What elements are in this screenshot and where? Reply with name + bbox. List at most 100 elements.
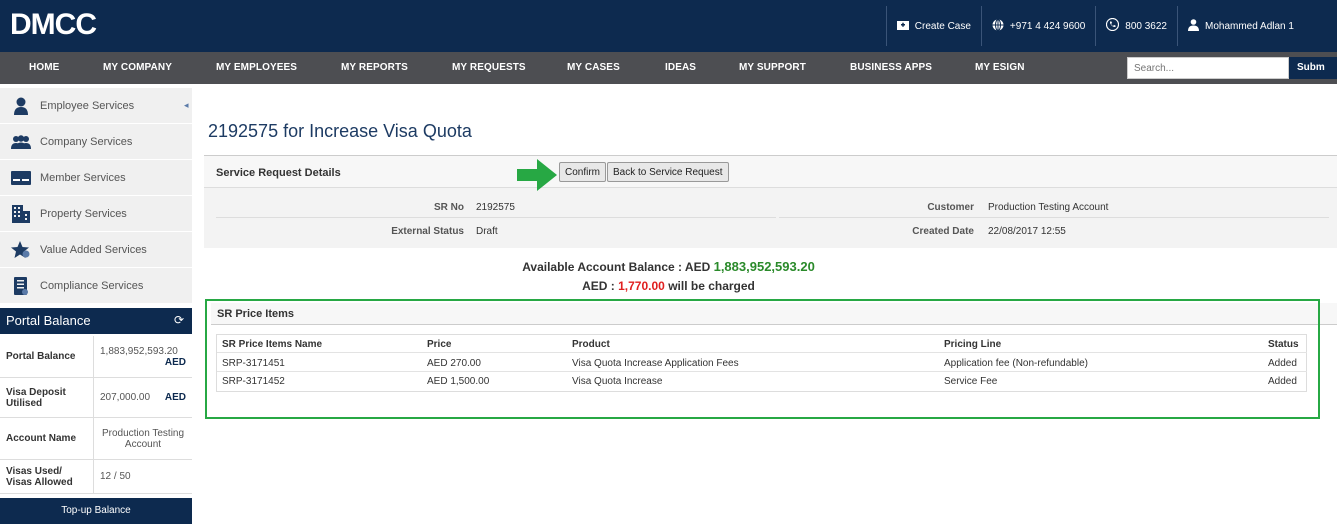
panel-title: Service Request Details — [216, 167, 341, 179]
currency-label: AED — [164, 392, 186, 403]
balance-row: Visa Deposit Utilised 207,000.00 AED — [0, 378, 192, 418]
sidebar-item-label: Employee Services — [40, 99, 135, 112]
charge-prefix: AED : — [582, 279, 615, 293]
create-case-button[interactable]: Create Case — [885, 6, 981, 46]
balance-row-value: 1,883,952,593.20 — [100, 345, 178, 357]
top-bar: DMCC Create Case +971 4 424 9600 800 362… — [0, 0, 1337, 52]
main-nav: HOME MY COMPANY MY EMPLOYEES MY REPORTS … — [0, 52, 1337, 84]
sidebar: Employee Services ◂ Company Services Mem… — [0, 88, 192, 524]
column-header-price: Price — [427, 339, 452, 350]
balance-row-label: Account Name — [0, 418, 94, 459]
search-submit-button[interactable]: Subm — [1289, 57, 1337, 79]
phone-icon — [1106, 17, 1120, 34]
employee-icon — [10, 96, 32, 116]
nav-home[interactable]: HOME — [29, 62, 59, 73]
star-icon — [10, 240, 32, 260]
user-icon — [1188, 18, 1199, 34]
portal-balance-title: Portal Balance — [6, 313, 91, 328]
divider — [779, 217, 1329, 218]
user-name: Mohammed Adlan 1 — [1205, 20, 1294, 32]
search-input[interactable] — [1127, 57, 1289, 79]
column-header-product: Product — [572, 339, 610, 350]
balance-row-value-cell: Production Testing Account — [94, 418, 192, 459]
collapse-sidebar-icon[interactable]: ◂ — [184, 100, 189, 111]
table-cell: Service Fee — [944, 376, 998, 387]
nav-business-apps[interactable]: BUSINESS APPS — [850, 62, 932, 73]
sidebar-item-member-services[interactable]: Member Services — [0, 160, 192, 196]
currency-label: AED — [164, 356, 186, 368]
toll-free-label: 800 3622 — [1125, 20, 1167, 32]
portal-balance-header: Portal Balance ⟳ — [0, 308, 192, 334]
member-card-icon — [10, 168, 32, 188]
price-items-table — [216, 334, 1307, 392]
dmcc-logo[interactable]: DMCC — [10, 8, 97, 42]
table-cell: AED 270.00 — [427, 358, 481, 369]
nav-my-employees[interactable]: MY EMPLOYEES — [216, 62, 297, 73]
sidebar-item-employee-services[interactable]: Employee Services — [0, 88, 192, 124]
nav-ideas[interactable]: IDEAS — [665, 62, 696, 73]
sidebar-item-label: Value Added Services — [40, 243, 147, 256]
folder-plus-icon — [896, 19, 909, 33]
sr-no-label: SR No — [434, 202, 464, 213]
balance-row: Portal Balance 1,883,952,593.20 AED — [0, 336, 192, 378]
table-cell: SRP-3171452 — [222, 376, 285, 387]
building-icon — [10, 204, 32, 224]
service-request-details-panel: Service Request Details Confirm Back to … — [204, 155, 1337, 248]
table-cell: Added — [1268, 376, 1297, 387]
nav-my-company[interactable]: MY COMPANY — [103, 62, 172, 73]
available-balance-label: Available Account Balance : AED — [522, 260, 711, 274]
confirm-button[interactable]: Confirm — [559, 162, 607, 182]
table-cell: AED 1,500.00 — [427, 376, 490, 387]
toll-free-link[interactable]: 800 3622 — [1095, 6, 1177, 46]
balance-row-value: Production Testing Account — [101, 427, 185, 450]
sidebar-item-label: Member Services — [40, 171, 126, 184]
sr-no-value: 2192575 — [476, 202, 515, 213]
nav-my-cases[interactable]: MY CASES — [567, 62, 620, 73]
available-balance-line: Available Account Balance : AED 1,883,95… — [0, 259, 1337, 274]
group-icon — [10, 132, 32, 152]
nav-my-support[interactable]: MY SUPPORT — [739, 62, 806, 73]
balance-row-value-cell: 1,883,952,593.20 AED — [94, 336, 192, 377]
balance-row: Account Name Production Testing Account — [0, 418, 192, 460]
topup-balance-button[interactable]: Top-up Balance — [0, 498, 192, 524]
refresh-icon[interactable]: ⟳ — [174, 313, 184, 327]
phone-number-link[interactable]: +971 4 424 9600 — [980, 6, 1095, 46]
sidebar-item-company-services[interactable]: Company Services — [0, 124, 192, 160]
divider — [216, 217, 776, 218]
create-case-label: Create Case — [914, 20, 971, 32]
column-header-status: Status — [1268, 339, 1299, 350]
external-status-label: External Status — [391, 226, 464, 237]
balance-row-value: 12 / 50 — [100, 471, 131, 482]
top-actions: Create Case +971 4 424 9600 800 3622 Moh… — [885, 6, 1337, 46]
nav-my-reports[interactable]: MY REPORTS — [341, 62, 408, 73]
row-divider — [217, 371, 1307, 372]
column-header-pricing-line: Pricing Line — [944, 339, 1002, 350]
sidebar-item-property-services[interactable]: Property Services — [0, 196, 192, 232]
charge-line: AED : 1,770.00 will be charged — [0, 279, 1337, 293]
table-cell: SRP-3171451 — [222, 358, 285, 369]
back-to-service-request-button[interactable]: Back to Service Request — [607, 162, 729, 182]
table-cell: Application fee (Non-refundable) — [944, 358, 1088, 369]
page-title: 2192575 for Increase Visa Quota — [208, 121, 472, 141]
arrow-indicator-icon — [517, 159, 557, 194]
customer-value: Production Testing Account — [988, 202, 1109, 213]
row-divider — [217, 352, 1307, 353]
balance-row-label: Visa Deposit Utilised — [0, 378, 94, 417]
charge-value: 1,770.00 — [618, 279, 665, 293]
column-header-name: SR Price Items Name — [222, 339, 323, 350]
nav-my-requests[interactable]: MY REQUESTS — [452, 62, 526, 73]
balance-row-value-cell: 12 / 50 — [94, 460, 192, 493]
available-balance-value: 1,883,952,593.20 — [713, 259, 815, 274]
user-menu[interactable]: Mohammed Adlan 1 — [1177, 6, 1337, 46]
balance-row: Visas Used/ Visas Allowed 12 / 50 — [0, 460, 192, 494]
sidebar-item-label: Company Services — [40, 135, 133, 148]
phone-number-label: +971 4 424 9600 — [1009, 20, 1086, 32]
table-cell: Visa Quota Increase Application Fees — [572, 358, 739, 369]
created-date-label: Created Date — [912, 226, 974, 237]
customer-label: Customer — [927, 202, 974, 213]
nav-my-esign[interactable]: MY ESIGN — [975, 62, 1025, 73]
balance-row-value: 207,000.00 — [100, 392, 151, 403]
panel-header: Service Request Details Confirm Back to … — [204, 156, 1337, 188]
table-cell: Added — [1268, 358, 1297, 369]
created-date-value: 22/08/2017 12:55 — [988, 226, 1066, 237]
